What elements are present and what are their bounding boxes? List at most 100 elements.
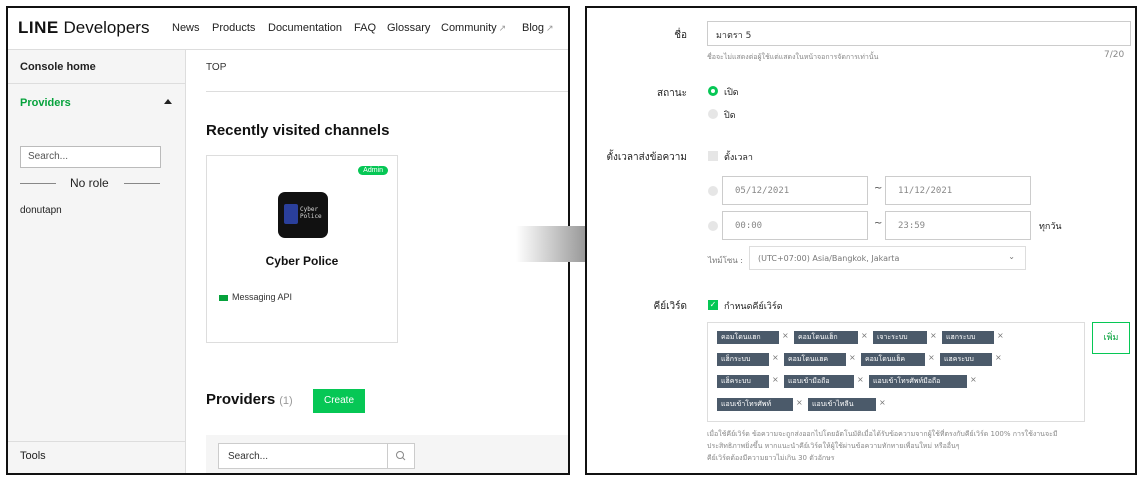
providers-count: (1) <box>279 395 293 407</box>
channel-title: Cyber Police <box>265 254 339 268</box>
external-link-icon: ↗ <box>546 23 554 33</box>
keyword-checkbox[interactable]: ✓ <box>708 300 718 310</box>
tag-remove-icon[interactable]: × <box>970 375 977 384</box>
police-emblem-icon <box>284 204 298 224</box>
start-time-input[interactable]: 00:00 <box>722 211 868 240</box>
channel-type: Messaging API <box>219 292 292 302</box>
external-link-icon: ↗ <box>498 23 507 33</box>
keyword-tag: คอมโดนแฮก <box>717 331 779 344</box>
channel-type-label: Messaging API <box>232 292 293 302</box>
keyword-tag: แฮ็คระบบ <box>717 375 769 388</box>
providers-title: Providers (1) <box>206 391 293 408</box>
admin-badge: Admin <box>358 166 388 175</box>
providers-search-input[interactable]: Search... <box>218 443 388 469</box>
tag-remove-icon[interactable]: × <box>782 331 789 340</box>
tag-remove-icon[interactable]: × <box>849 353 856 362</box>
create-button[interactable]: Create <box>313 389 365 413</box>
channel-card[interactable]: Admin Cyber Police Cyber Police Messaging… <box>206 155 398 343</box>
end-date-input[interactable]: 11/12/2021 <box>885 176 1031 205</box>
tag-remove-icon[interactable]: × <box>772 353 779 362</box>
nav-documentation[interactable]: Documentation <box>268 22 342 34</box>
nav-community-label: Community <box>441 22 497 34</box>
nav-blog[interactable]: Blog ↗ <box>522 22 554 34</box>
tag-remove-icon[interactable]: × <box>861 331 868 340</box>
nav-glossary[interactable]: Glossary <box>387 22 430 34</box>
keyword-tag: แฮคระบบ <box>940 353 992 366</box>
start-date-input[interactable]: 05/12/2021 <box>722 176 868 205</box>
auto-response-settings: ชื่อ มาตรา 5 ชื่อจะไม่แสดงต่อผู้ใช้แต่แส… <box>585 6 1137 475</box>
search-button[interactable] <box>387 443 415 469</box>
sidebar-providers-label: Providers <box>20 97 71 109</box>
tag-remove-icon[interactable]: × <box>928 353 935 362</box>
keyword-label: คีย์เวิร์ด <box>653 301 687 312</box>
screenshot-root: LINE Developers News Products Documentat… <box>0 0 1143 479</box>
schedule-checkbox[interactable] <box>708 151 718 161</box>
keyword-tag: แฮกระบบ <box>942 331 994 344</box>
keyword-tag: แอบเข้าไทลีน <box>808 398 876 411</box>
tag-remove-icon[interactable]: × <box>930 331 937 340</box>
keyword-tag: คอมโดนแฮ็ก <box>794 331 858 344</box>
top-nav: LINE Developers News Products Documentat… <box>8 8 568 50</box>
line-developers-logo[interactable]: LINE Developers <box>18 18 149 38</box>
cyber-police-channel-icon: Cyber Police <box>278 192 328 238</box>
tag-remove-icon[interactable]: × <box>997 331 1004 340</box>
status-on-radio[interactable] <box>708 86 718 96</box>
schedule-checkbox-label: ตั้งเวลา <box>724 153 753 163</box>
logo-line-text: LINE <box>18 18 59 37</box>
tag-remove-icon[interactable]: × <box>772 375 779 384</box>
keyword-note-2: ประสิทธิภาพยิ่งขึ้น หากแนะนำคีย์เวิร์ดให… <box>707 442 960 450</box>
logo-developers-text: Developers <box>63 18 150 37</box>
search-icon <box>396 451 406 461</box>
add-keyword-button[interactable]: เพิ่ม <box>1092 322 1130 354</box>
keyword-tag: แอบเข้าโทรศัพท์ <box>717 398 793 411</box>
divider-line <box>20 183 56 184</box>
keyword-tag: คอมโดนแฮ็ค <box>861 353 925 366</box>
nav-community[interactable]: Community ↗ <box>441 22 506 34</box>
no-role-label: No role <box>70 176 109 190</box>
date-range-radio[interactable] <box>708 186 718 196</box>
sidebar-item-tools[interactable]: Tools <box>8 441 186 473</box>
messaging-api-icon <box>219 294 228 301</box>
tag-remove-icon[interactable]: × <box>857 375 864 384</box>
status-on-label: เปิด <box>724 88 739 98</box>
end-time-input[interactable]: 23:59 <box>885 211 1031 240</box>
timezone-value: (UTC+07:00) Asia/Bangkok, Jakarta <box>758 254 900 263</box>
keyword-tag: คอมโดนแฮค <box>784 353 846 366</box>
tag-remove-icon[interactable]: × <box>879 398 886 407</box>
sidebar-item-donutapn[interactable]: donutapn <box>20 205 62 216</box>
breadcrumb[interactable]: TOP <box>206 62 226 73</box>
name-input[interactable]: มาตรา 5 <box>707 21 1131 46</box>
nav-blog-label: Blog <box>522 22 545 34</box>
status-off-radio[interactable] <box>708 109 718 119</box>
keyword-checkbox-label: กำหนดคีย์เวิร์ด <box>724 302 783 312</box>
nav-faq[interactable]: FAQ <box>354 22 376 34</box>
status-off-label: ปิด <box>724 111 736 121</box>
chevron-down-icon: ⌄ <box>1008 252 1015 261</box>
name-label: ชื่อ <box>674 30 687 41</box>
keyword-tag-box[interactable]: คอมโดนแฮก × คอมโดนแฮ็ก × เจาะระบบ × แฮกร… <box>707 322 1085 422</box>
time-range-separator: ~ <box>874 218 883 229</box>
channel-icon-text-line-2: Police <box>300 213 322 220</box>
channel-icon-text: Cyber Police <box>300 206 322 220</box>
caret-up-icon <box>164 99 172 104</box>
nav-news[interactable]: News <box>172 22 200 34</box>
no-role-divider: No role <box>20 176 161 190</box>
keyword-note-3: คีย์เวิร์ดต้องมีความยาวไม่เกิน 30 ตัวอัก… <box>707 454 835 462</box>
tag-remove-icon[interactable]: × <box>995 353 1002 362</box>
timezone-select[interactable]: (UTC+07:00) Asia/Bangkok, Jakarta ⌄ <box>749 246 1026 270</box>
providers-title-label: Providers <box>206 391 276 408</box>
date-range-separator: ~ <box>874 183 883 194</box>
tag-remove-icon[interactable]: × <box>796 398 803 407</box>
line-developers-console: LINE Developers News Products Documentat… <box>6 6 570 475</box>
sidebar-item-providers[interactable]: Providers <box>8 84 186 120</box>
keyword-tag: แฮ็กระบบ <box>717 353 769 366</box>
name-counter: 7/20 <box>1104 50 1125 60</box>
keyword-note-1: เมื่อใช้คีย์เวิร์ด ข้อความจะถูกส่งออกไปโ… <box>707 430 1058 438</box>
nav-products[interactable]: Products <box>212 22 255 34</box>
channel-icon-text-line-1: Cyber <box>300 206 319 213</box>
time-range-radio[interactable] <box>708 221 718 231</box>
name-hint: ชื่อจะไม่แสดงต่อผู้ใช้แต่แสดงในหน้าจอการ… <box>707 53 879 61</box>
providers-search-bar: Search... <box>206 435 568 473</box>
sidebar-search-input[interactable]: Search... <box>20 146 161 168</box>
sidebar-item-console-home[interactable]: Console home <box>8 50 186 84</box>
